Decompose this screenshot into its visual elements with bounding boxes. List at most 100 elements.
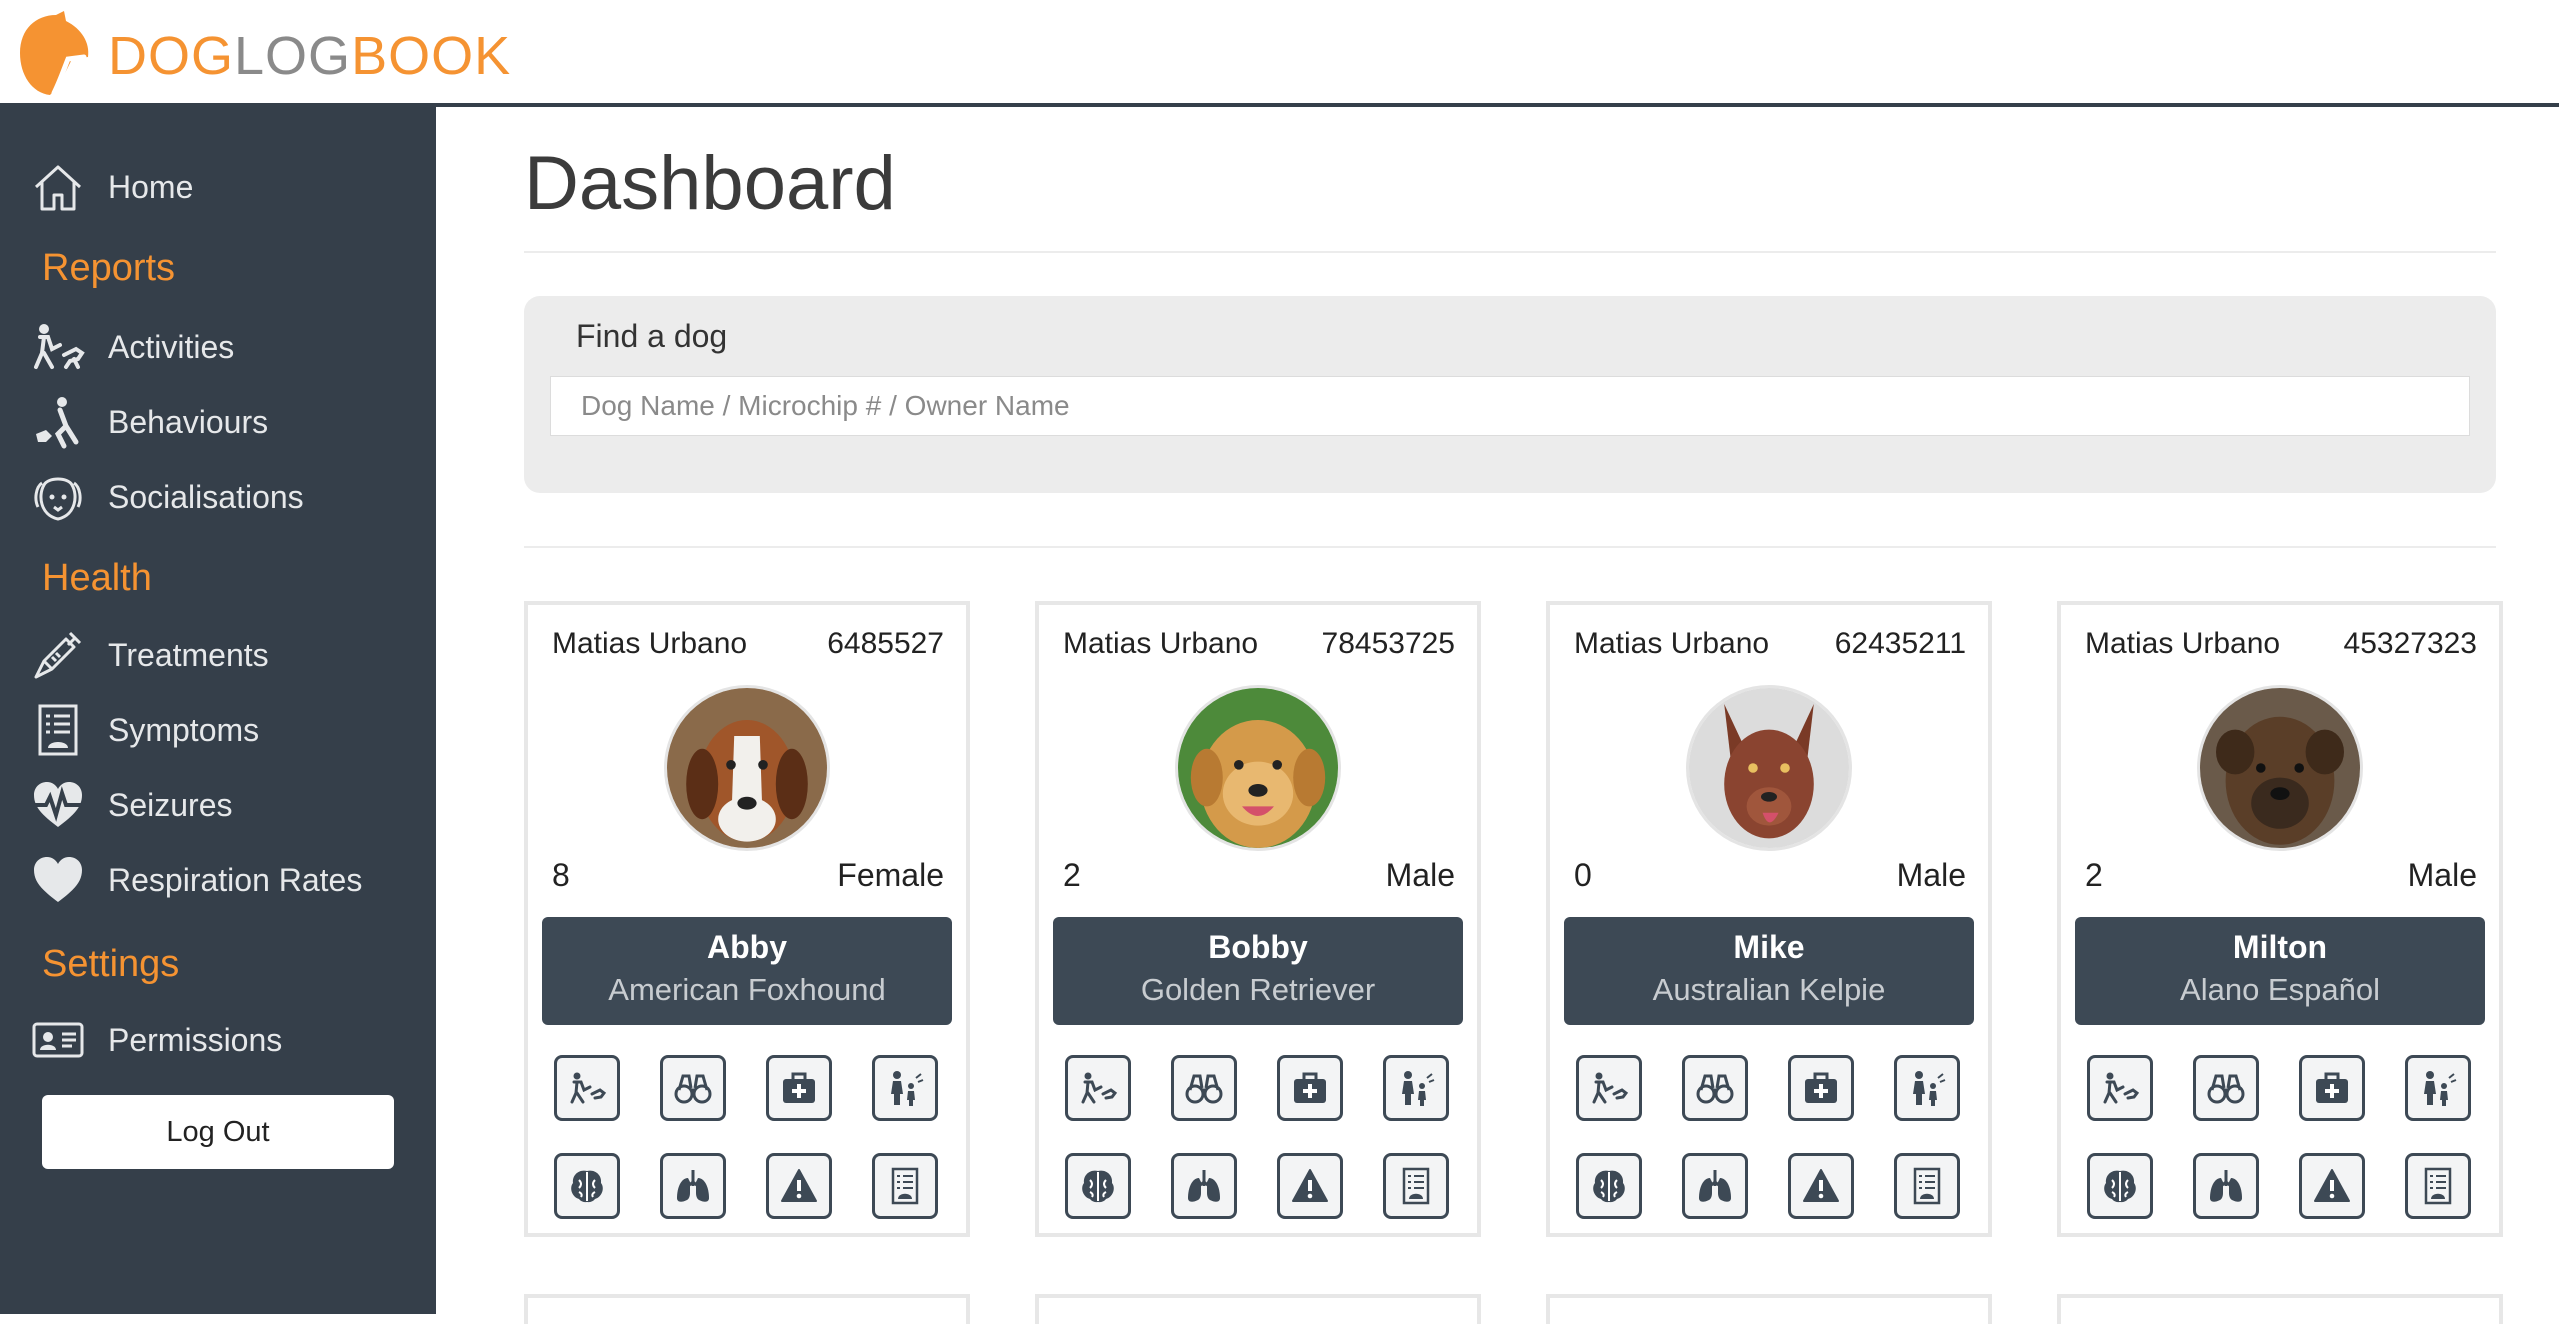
lungs-button[interactable] bbox=[1682, 1153, 1748, 1219]
sidebar-item-symptoms[interactable]: Symptoms bbox=[28, 700, 259, 760]
divider bbox=[524, 546, 2496, 548]
family-button[interactable] bbox=[1383, 1055, 1449, 1121]
activity-button[interactable] bbox=[1576, 1055, 1642, 1121]
dog-card[interactable]: Matias Urbano 6485527 8 Female Abby American … bbox=[524, 601, 970, 1237]
dog-card[interactable]: Matias Urbano 45327323 2 Male Milton Alano Es… bbox=[2057, 601, 2503, 1237]
activity-icon bbox=[567, 1068, 607, 1108]
logo[interactable]: DOGLOGBOOK bbox=[10, 8, 511, 100]
sidebar-item-label: Activities bbox=[108, 328, 235, 365]
activity-button[interactable] bbox=[2087, 1055, 2153, 1121]
lungs-button[interactable] bbox=[1171, 1153, 1237, 1219]
brain-button[interactable] bbox=[2087, 1153, 2153, 1219]
first-aid-kit-button[interactable] bbox=[2299, 1055, 2365, 1121]
find-dog-panel: Find a dog bbox=[524, 296, 2496, 493]
dog-breed: Golden Retriever bbox=[1140, 972, 1376, 1007]
dog-name: Mike bbox=[1733, 929, 1805, 965]
warning-icon bbox=[1290, 1166, 1330, 1206]
brain-button[interactable] bbox=[1576, 1153, 1642, 1219]
dog-name-button[interactable]: Milton Alano Español bbox=[2075, 917, 2485, 1025]
dog-name: Bobby bbox=[1208, 929, 1308, 965]
lungs-icon bbox=[2206, 1166, 2246, 1206]
sidebar-item-permissions[interactable]: Permissions bbox=[28, 1010, 282, 1070]
search-input[interactable] bbox=[550, 376, 2470, 436]
dog-card[interactable]: Matias Urbano 78453725 2 Male Bobby Golden Re… bbox=[1035, 601, 1481, 1237]
owner-name: Matias Urbano bbox=[2085, 627, 2281, 660]
binoculars-button[interactable] bbox=[1682, 1055, 1748, 1121]
family-icon bbox=[1396, 1068, 1436, 1108]
brain-button[interactable] bbox=[554, 1153, 620, 1219]
activity-button[interactable] bbox=[554, 1055, 620, 1121]
dog-breed: Alano Español bbox=[2180, 972, 2380, 1007]
dog-sex: Male bbox=[1385, 857, 1455, 893]
clipboard-button[interactable] bbox=[872, 1153, 938, 1219]
sidebar-item-respiration-rates[interactable]: Respiration Rates bbox=[28, 850, 362, 910]
logout-button[interactable]: Log Out bbox=[42, 1095, 394, 1169]
family-button[interactable] bbox=[2405, 1055, 2471, 1121]
clipboard-button[interactable] bbox=[1894, 1153, 1960, 1219]
clipboard-button[interactable] bbox=[2405, 1153, 2471, 1219]
first-aid-kit-icon bbox=[779, 1068, 819, 1108]
dog-name-button[interactable]: Mike Australian Kelpie bbox=[1564, 917, 1974, 1025]
warning-button[interactable] bbox=[766, 1153, 832, 1219]
activity-button[interactable] bbox=[1065, 1055, 1131, 1121]
sidebar-item-label: Behaviours bbox=[108, 403, 269, 440]
activity-icon bbox=[1589, 1068, 1629, 1108]
dog-name-button[interactable]: Abby American Foxhound bbox=[542, 917, 952, 1025]
brain-icon bbox=[1589, 1166, 1629, 1206]
health-heading: Health bbox=[42, 557, 152, 599]
dog-age: 8 bbox=[552, 857, 570, 893]
warning-icon bbox=[1801, 1166, 1841, 1206]
dog-card-partial bbox=[1035, 1294, 1481, 1324]
lungs-button[interactable] bbox=[660, 1153, 726, 1219]
first-aid-kit-button[interactable] bbox=[1277, 1055, 1343, 1121]
find-dog-label: Find a dog bbox=[576, 318, 728, 354]
divider bbox=[524, 251, 2496, 253]
sidebar: Home Reports Activities Behaviours Socia… bbox=[0, 107, 436, 1314]
warning-icon bbox=[2312, 1166, 2352, 1206]
first-aid-kit-button[interactable] bbox=[1788, 1055, 1854, 1121]
warning-button[interactable] bbox=[2299, 1153, 2365, 1219]
sidebar-item-home[interactable]: Home bbox=[28, 157, 193, 217]
warning-button[interactable] bbox=[1277, 1153, 1343, 1219]
dog-card-partial bbox=[1546, 1294, 1992, 1324]
first-aid-kit-icon bbox=[2312, 1068, 2352, 1108]
microchip-number: 45327323 bbox=[2343, 627, 2477, 660]
dog-face-icon bbox=[28, 467, 88, 527]
binoculars-button[interactable] bbox=[2193, 1055, 2259, 1121]
dog-breed: Australian Kelpie bbox=[1652, 972, 1886, 1007]
first-aid-kit-icon bbox=[1290, 1068, 1330, 1108]
owner-name: Matias Urbano bbox=[552, 627, 748, 660]
sidebar-item-label: Socialisations bbox=[108, 478, 304, 515]
sidebar-item-label: Respiration Rates bbox=[108, 861, 363, 898]
sidebar-item-socialisations[interactable]: Socialisations bbox=[28, 467, 304, 527]
sidebar-item-label: Permissions bbox=[108, 1021, 283, 1058]
clipboard-button[interactable] bbox=[1383, 1153, 1449, 1219]
lungs-button[interactable] bbox=[2193, 1153, 2259, 1219]
clipboard-icon bbox=[28, 700, 88, 760]
lungs-icon bbox=[1695, 1166, 1735, 1206]
binoculars-icon bbox=[673, 1068, 713, 1108]
activity-icon bbox=[1078, 1068, 1118, 1108]
binoculars-button[interactable] bbox=[1171, 1055, 1237, 1121]
dog-name-button[interactable]: Bobby Golden Retriever bbox=[1053, 917, 1463, 1025]
sidebar-item-activities[interactable]: Activities bbox=[28, 317, 234, 377]
microchip-number: 6485527 bbox=[827, 627, 944, 660]
owner-name: Matias Urbano bbox=[1063, 627, 1259, 660]
sidebar-item-treatments[interactable]: Treatments bbox=[28, 625, 269, 685]
family-button[interactable] bbox=[872, 1055, 938, 1121]
warning-button[interactable] bbox=[1788, 1153, 1854, 1219]
brain-button[interactable] bbox=[1065, 1153, 1131, 1219]
binoculars-icon bbox=[2206, 1068, 2246, 1108]
activity-icon bbox=[2100, 1068, 2140, 1108]
family-button[interactable] bbox=[1894, 1055, 1960, 1121]
sidebar-item-behaviours[interactable]: Behaviours bbox=[28, 392, 268, 452]
dog-breed: American Foxhound bbox=[608, 972, 886, 1007]
binoculars-button[interactable] bbox=[660, 1055, 726, 1121]
first-aid-kit-button[interactable] bbox=[766, 1055, 832, 1121]
sidebar-item-label: Seizures bbox=[108, 786, 233, 823]
dog-card[interactable]: Matias Urbano 62435211 0 Male Mike Australian… bbox=[1546, 601, 1992, 1237]
sidebar-item-seizures[interactable]: Seizures bbox=[28, 775, 233, 835]
sidebar-item-label: Treatments bbox=[108, 636, 269, 673]
microchip-number: 62435211 bbox=[1834, 627, 1966, 660]
page-title: Dashboard bbox=[524, 141, 896, 226]
